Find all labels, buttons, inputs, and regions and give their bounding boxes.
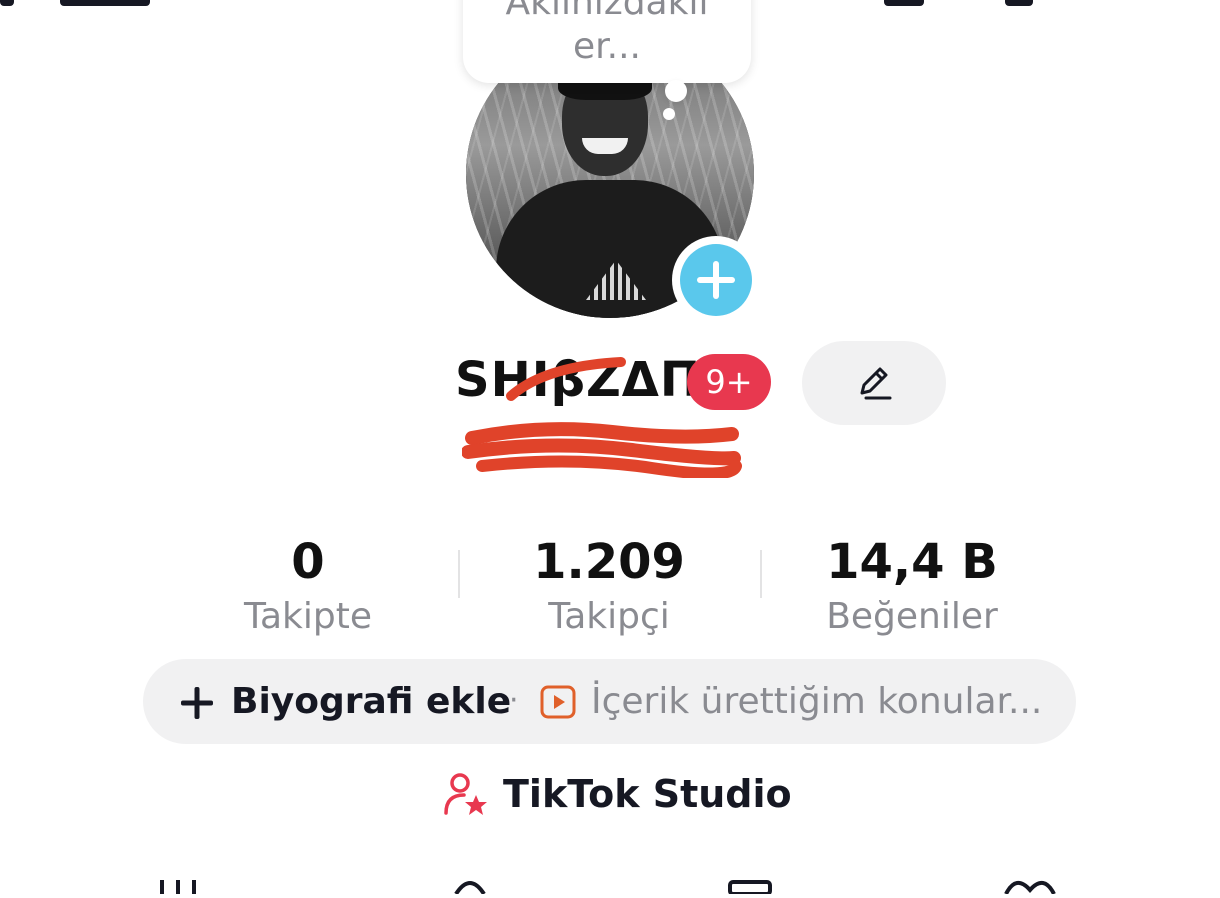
plus-icon: [680, 244, 752, 316]
plus-icon: [180, 686, 214, 720]
stat-divider: [760, 550, 762, 598]
stat-likes[interactable]: 14,4 B Beğeniler: [772, 534, 1052, 637]
followers-count: 1.209: [533, 534, 685, 590]
stat-divider: [458, 550, 460, 598]
note-bubble-line2: er...: [573, 26, 641, 67]
add-bio-label: Biyografi ekle: [231, 681, 512, 722]
redaction-scribble: [506, 357, 626, 401]
likes-count: 14,4 B: [826, 534, 998, 590]
bio-hint: İçerik ürettiğim konular...: [591, 681, 1043, 722]
edit-profile-button[interactable]: [802, 341, 946, 425]
bio-separator: ·: [509, 683, 519, 718]
video-play-icon: [540, 685, 576, 719]
following-count: 0: [291, 534, 325, 590]
note-bubble[interactable]: Aklınızdakil er...: [463, 0, 751, 83]
add-story-button[interactable]: [672, 236, 760, 324]
stat-following[interactable]: 0 Takipte: [168, 534, 448, 637]
tab-icon-lock[interactable]: [452, 878, 488, 896]
tab-icon-bookmark[interactable]: [728, 878, 772, 896]
username-redaction: [462, 422, 742, 478]
followers-label: Takipçi: [548, 596, 670, 637]
note-bubble-line1: Aklınızdakil: [505, 0, 709, 23]
tab-icon-heart[interactable]: [1002, 878, 1058, 895]
tiktok-studio-link[interactable]: TikTok Studio: [503, 772, 792, 816]
tab-icon-grid[interactable]: [156, 878, 204, 894]
pencil-icon: [860, 367, 892, 400]
stat-followers[interactable]: 1.209 Takipçi: [469, 534, 749, 637]
user-star-icon: [444, 773, 487, 815]
notification-badge[interactable]: 9+: [687, 354, 771, 410]
likes-label: Beğeniler: [826, 596, 998, 637]
bubble-tail: [665, 80, 687, 102]
following-label: Takipte: [243, 596, 373, 637]
bubble-dot: [663, 108, 675, 120]
